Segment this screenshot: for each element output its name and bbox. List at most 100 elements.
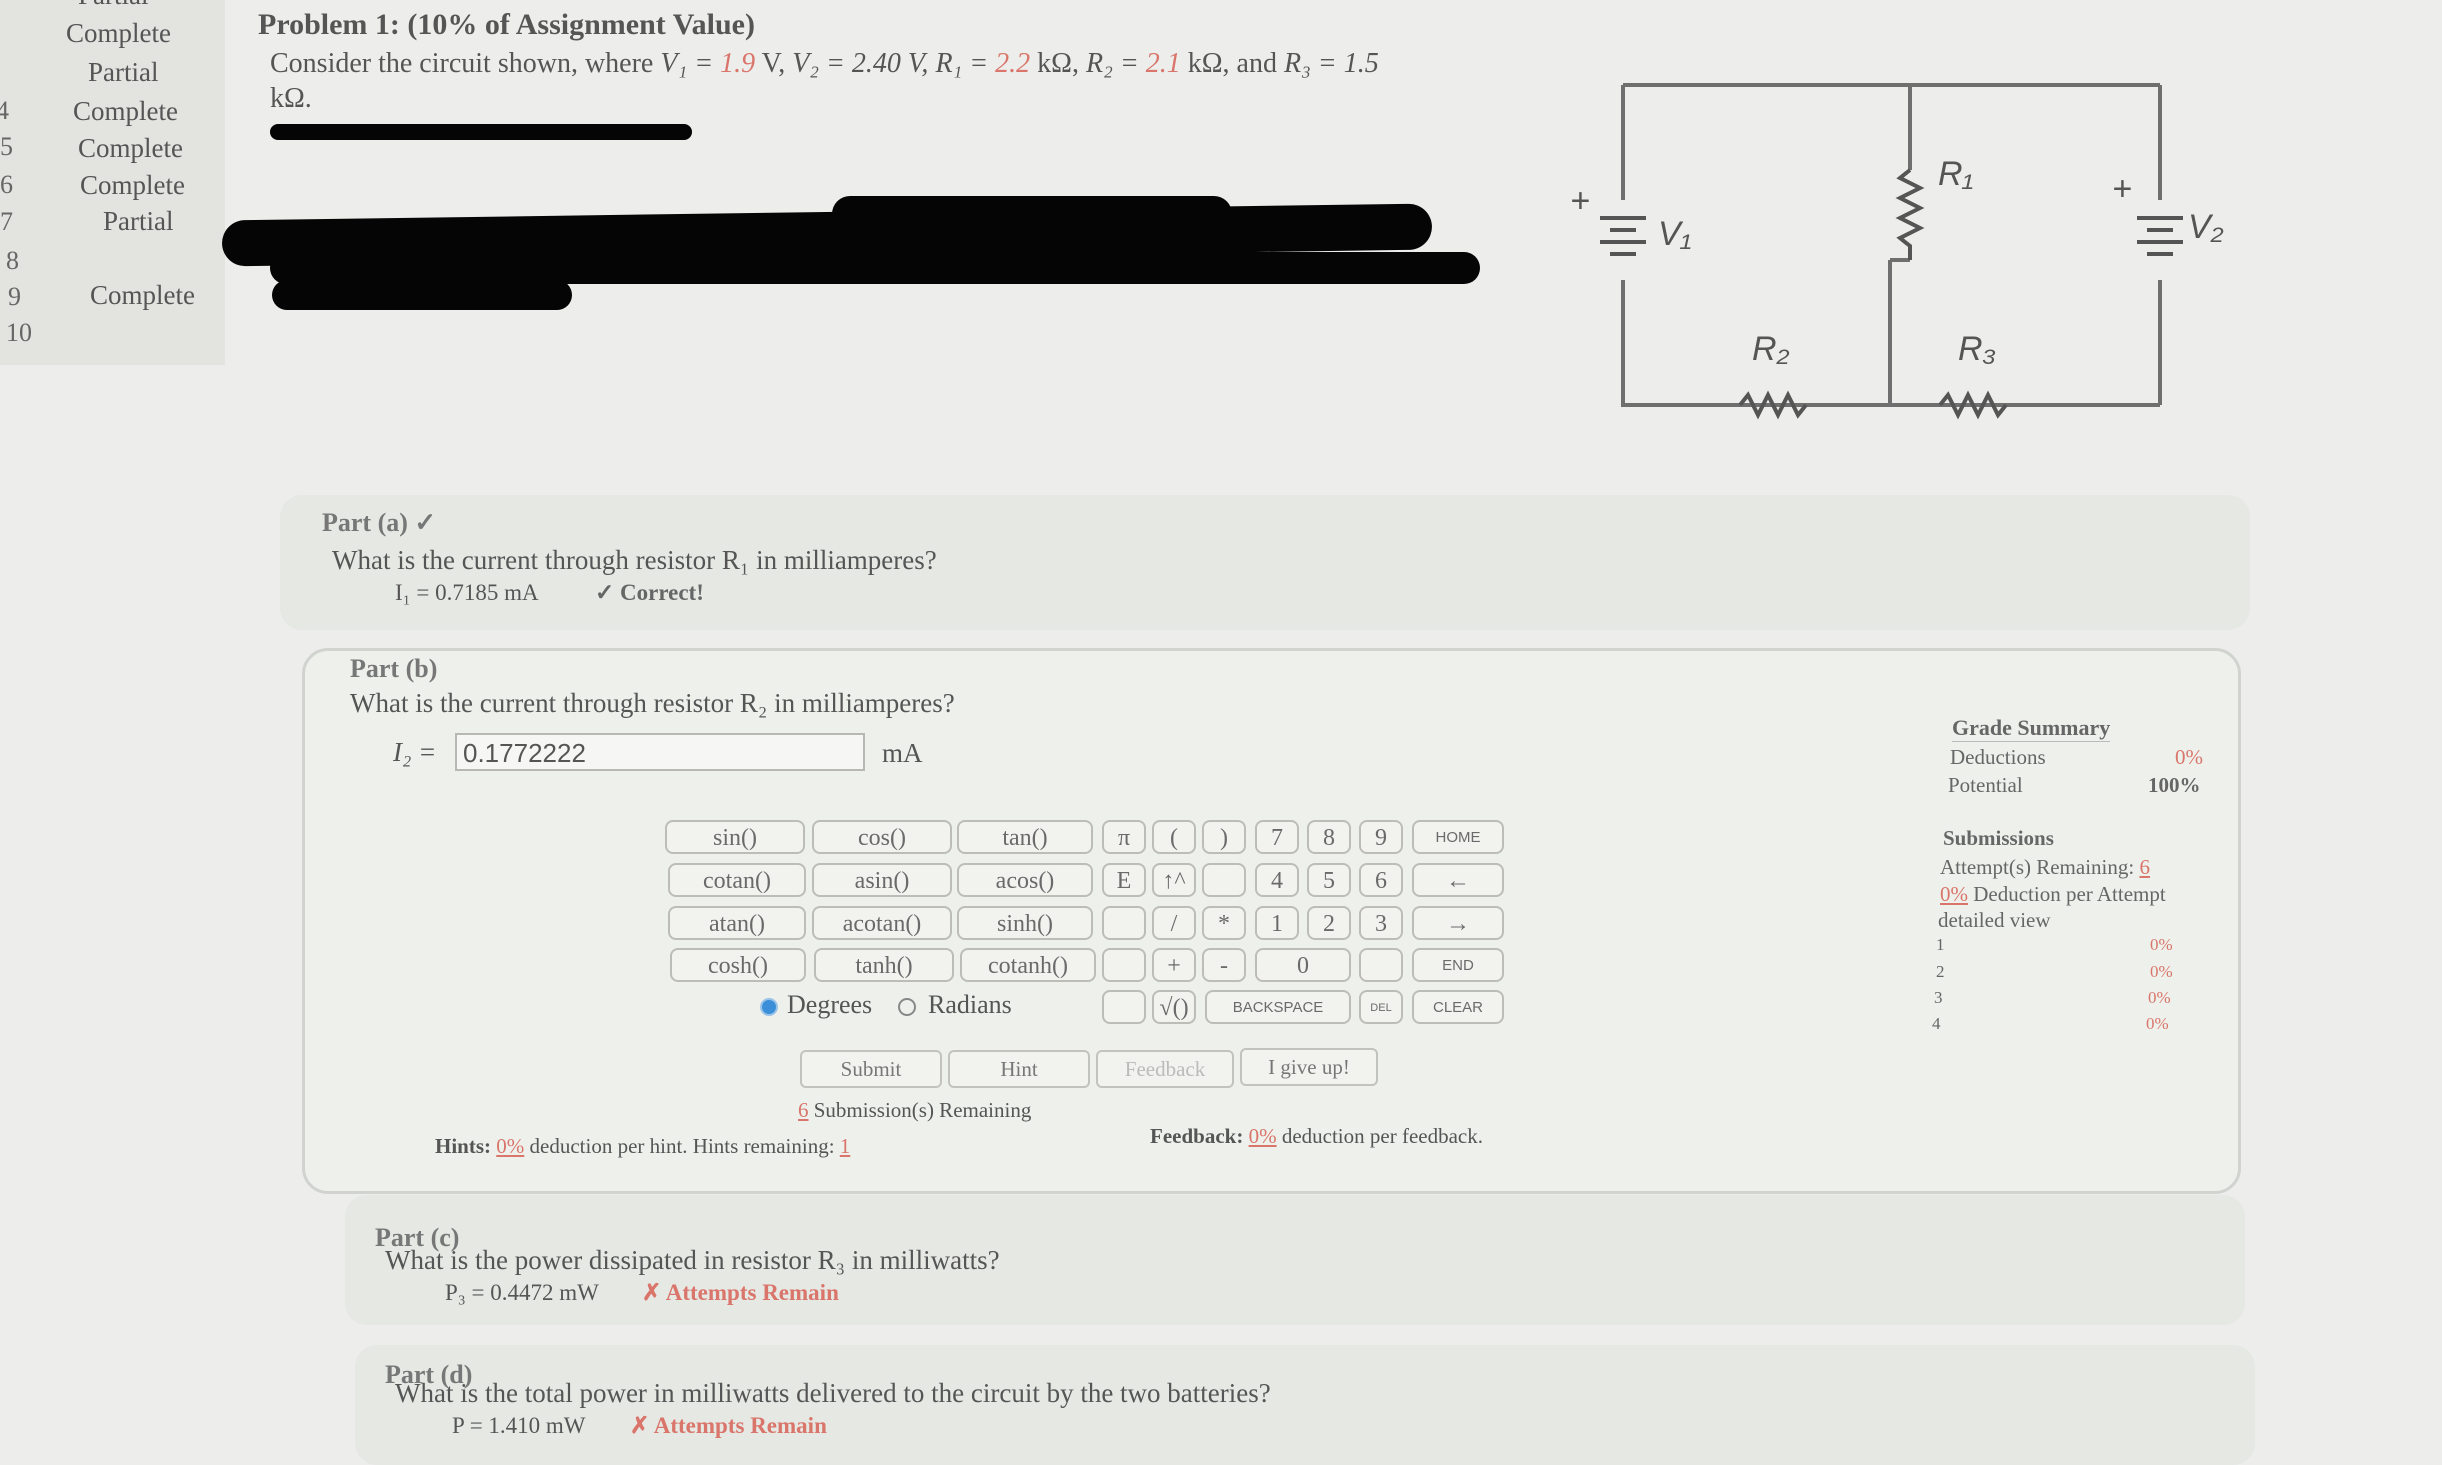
key-asin[interactable]: asin()	[812, 863, 952, 897]
part-d-answer: P = 1.410 mW	[452, 1413, 586, 1438]
hints-label: Hints:	[435, 1134, 492, 1158]
v2-plus-sign: +	[2112, 170, 2132, 208]
key-cotanh[interactable]: cotanh()	[960, 948, 1096, 982]
v1-label: V₁	[1658, 215, 1691, 253]
problem-list-sidebar: Partial Complete Partial 4 Complete 5 Co…	[0, 0, 225, 365]
key-9[interactable]: 9	[1359, 820, 1403, 854]
key-end[interactable]: END	[1412, 948, 1504, 982]
key-close-paren[interactable]: )	[1202, 820, 1246, 854]
key-0[interactable]: 0	[1255, 948, 1351, 982]
sidebar-number[interactable]: 8	[6, 246, 19, 276]
part-c-answer: P₃ = 0.4472 mW	[445, 1280, 599, 1305]
feedback-text: deduction per feedback.	[1276, 1124, 1483, 1148]
radians-radio[interactable]	[898, 998, 916, 1016]
key-plus[interactable]: +	[1152, 948, 1196, 982]
key-blank[interactable]	[1202, 863, 1246, 897]
key-sinh[interactable]: sinh()	[957, 906, 1093, 940]
key-right-arrow[interactable]: →	[1412, 906, 1504, 940]
key-backspace[interactable]: BACKSPACE	[1205, 990, 1351, 1024]
v1-unit: V,	[755, 48, 793, 79]
sidebar-number[interactable]: 4	[0, 96, 9, 126]
v2-text: V₂ = 2.40 V,	[792, 48, 936, 79]
hints-remaining: 1	[839, 1134, 851, 1158]
detailed-view-link[interactable]: detailed view	[1938, 908, 2051, 933]
sidebar-status[interactable]: Complete	[78, 133, 183, 164]
submission-row-num: 4	[1932, 1014, 1941, 1033]
hint-button[interactable]: Hint	[948, 1050, 1090, 1088]
key-blank[interactable]	[1359, 948, 1403, 982]
key-tanh[interactable]: tanh()	[814, 948, 954, 982]
key-4[interactable]: 4	[1255, 863, 1299, 897]
sidebar-status[interactable]: Complete	[73, 96, 178, 127]
circuit-diagram: + V₁ R₁ R₂ R₃ + V₂	[1570, 83, 2224, 420]
key-multiply[interactable]: *	[1202, 906, 1246, 940]
key-cotan[interactable]: cotan()	[668, 863, 806, 897]
redaction-mark	[832, 196, 1232, 232]
hints-text: deduction per hint. Hints remaining:	[524, 1134, 840, 1158]
sidebar-status[interactable]: Partial	[103, 206, 173, 237]
sidebar-status[interactable]: Complete	[80, 170, 185, 201]
key-acotan[interactable]: acotan()	[812, 906, 952, 940]
sidebar-number[interactable]: 9	[8, 282, 21, 312]
r2-label: R₂ =	[1085, 48, 1146, 79]
sidebar-number[interactable]: 6	[0, 170, 13, 200]
part-b-question: What is the current through resistor R₂ …	[350, 688, 955, 718]
attempts-label: Attempt(s) Remaining:	[1940, 855, 2140, 879]
v2-label: V₂	[2188, 208, 2224, 246]
sidebar-status[interactable]: Complete	[90, 280, 195, 311]
key-open-paren[interactable]: (	[1152, 820, 1196, 854]
sidebar-number[interactable]: 5	[0, 132, 13, 162]
key-6[interactable]: 6	[1359, 863, 1403, 897]
key-blank[interactable]	[1102, 906, 1146, 940]
deductions-label: Deductions	[1950, 745, 2046, 769]
give-up-button[interactable]: I give up!	[1240, 1048, 1378, 1086]
part-a-title[interactable]: Part (a) ✓	[322, 508, 436, 538]
sidebar-status[interactable]: Complete	[66, 18, 171, 49]
sidebar-status[interactable]: Partial	[78, 0, 148, 11]
key-left-arrow[interactable]: ←	[1412, 863, 1504, 897]
key-atan[interactable]: atan()	[668, 906, 806, 940]
radians-label: Radians	[928, 990, 1012, 1019]
sidebar-status[interactable]: Partial	[88, 57, 158, 88]
key-5[interactable]: 5	[1307, 863, 1351, 897]
key-del[interactable]: DEL	[1359, 990, 1403, 1024]
feedback-button[interactable]: Feedback	[1096, 1050, 1234, 1088]
submissions-remaining: 6 Submission(s) Remaining	[798, 1098, 1031, 1123]
key-sin[interactable]: sin()	[665, 820, 805, 854]
key-pi[interactable]: π	[1102, 820, 1146, 854]
submission-row-value: 0%	[2150, 935, 2173, 954]
hints-info: Hints: 0% deduction per hint. Hints rema…	[435, 1134, 850, 1159]
key-1[interactable]: 1	[1255, 906, 1299, 940]
r2-unit: kΩ, and	[1180, 48, 1284, 79]
part-a-question: What is the current through resistor R₁ …	[332, 545, 937, 575]
attempts-remaining: Attempt(s) Remaining: 6	[1940, 855, 2150, 880]
key-blank[interactable]	[1102, 990, 1146, 1024]
key-home[interactable]: HOME	[1412, 820, 1504, 854]
key-clear[interactable]: CLEAR	[1412, 990, 1504, 1024]
sidebar-number[interactable]: 10	[6, 318, 32, 348]
key-power[interactable]: ↑^	[1152, 863, 1196, 897]
deductions-value: 0%	[2175, 745, 2203, 769]
key-e[interactable]: E	[1102, 863, 1146, 897]
key-7[interactable]: 7	[1255, 820, 1299, 854]
key-cos[interactable]: cos()	[812, 820, 952, 854]
sidebar-number[interactable]: 7	[0, 207, 13, 237]
potential-value: 100%	[2148, 773, 2201, 797]
key-sqrt[interactable]: √()	[1152, 990, 1196, 1024]
answer-input[interactable]: 0.1772222	[455, 733, 865, 771]
submit-button[interactable]: Submit	[800, 1050, 942, 1088]
key-2[interactable]: 2	[1307, 906, 1351, 940]
key-acos[interactable]: acos()	[957, 863, 1093, 897]
v1-label: V₁ =	[660, 48, 721, 79]
key-blank[interactable]	[1102, 948, 1146, 982]
key-tan[interactable]: tan()	[957, 820, 1093, 854]
key-minus[interactable]: -	[1202, 948, 1246, 982]
part-b-title: Part (b)	[350, 654, 438, 683]
key-3[interactable]: 3	[1359, 906, 1403, 940]
deduction-pct: 0%	[1940, 882, 1968, 906]
degrees-radio[interactable]	[760, 998, 778, 1016]
key-divide[interactable]: /	[1152, 906, 1196, 940]
key-cosh[interactable]: cosh()	[670, 948, 806, 982]
part-a-status: ✓ Correct!	[595, 580, 704, 605]
key-8[interactable]: 8	[1307, 820, 1351, 854]
